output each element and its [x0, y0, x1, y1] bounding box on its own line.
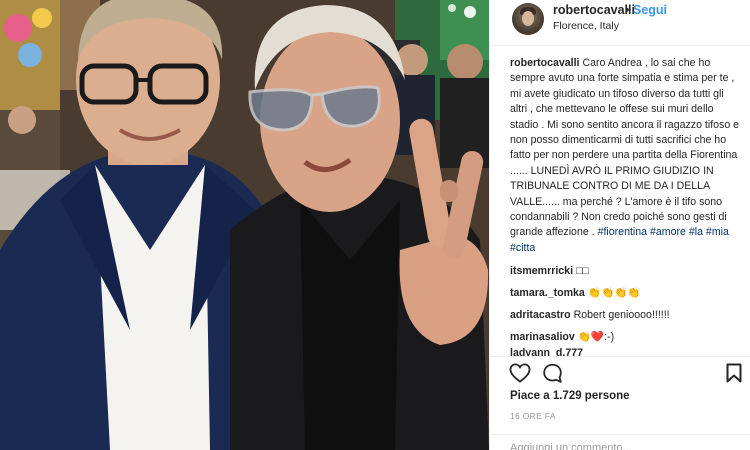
comments-list[interactable]: robertocavalli Caro Andrea , lo sai che … [490, 46, 750, 356]
comment-icon[interactable] [542, 363, 563, 384]
comment-text: □□ [575, 265, 589, 277]
comment-text: 👏❤️:-) [577, 331, 615, 343]
comment-username[interactable]: marinasaliov [510, 331, 575, 343]
post-photo[interactable] [0, 0, 489, 450]
post-caption: robertocavalli Caro Andrea , lo sai che … [510, 56, 742, 256]
separator-dot: • [625, 3, 630, 17]
caption-text: Caro Andrea , lo sai che ho sempre avuto… [510, 57, 740, 239]
comment-item: tamara._tomka 👏👏👏👏 [510, 286, 742, 301]
location-link[interactable]: Florence, Italy [553, 20, 619, 32]
likes-count[interactable]: Piace a 1.729 persone [510, 390, 630, 402]
post-sidebar: robertocavalli • Segui Florence, Italy r… [489, 0, 750, 450]
post-actions: Piace a 1.729 persone 16 ORE FA [490, 356, 750, 450]
comment-text: Robert genioooo!!!!!! [573, 309, 670, 321]
comment-username[interactable]: itsmemrricki [510, 265, 573, 277]
comment-username[interactable]: tamara._tomka [510, 287, 585, 299]
comment-username[interactable]: adritacastro [510, 309, 571, 321]
bookmark-icon[interactable] [726, 363, 742, 383]
comment-item: marinasaliov 👏❤️:-) [510, 330, 742, 345]
comment-item: adritacastro Robert genioooo!!!!!! [510, 308, 742, 323]
post-header: robertocavalli • Segui Florence, Italy [490, 0, 750, 46]
caption-username[interactable]: robertocavalli [510, 57, 579, 69]
heart-icon[interactable] [509, 363, 531, 383]
comment-input[interactable] [510, 442, 730, 450]
avatar[interactable] [512, 3, 544, 35]
avatar-face [522, 11, 534, 26]
post-timestamp: 16 ORE FA [510, 411, 556, 421]
comment-item: itsmemrricki □□ [510, 264, 742, 279]
username-link[interactable]: robertocavalli [553, 3, 635, 17]
comment-username[interactable]: ladyann_d.777 [510, 347, 583, 356]
photo-illustration [0, 0, 489, 450]
comment-item: ladyann_d.777 [510, 346, 742, 356]
add-comment-bar [490, 434, 750, 450]
comment-text: 👏👏👏👏 [587, 287, 641, 299]
follow-button[interactable]: Segui [633, 3, 667, 17]
